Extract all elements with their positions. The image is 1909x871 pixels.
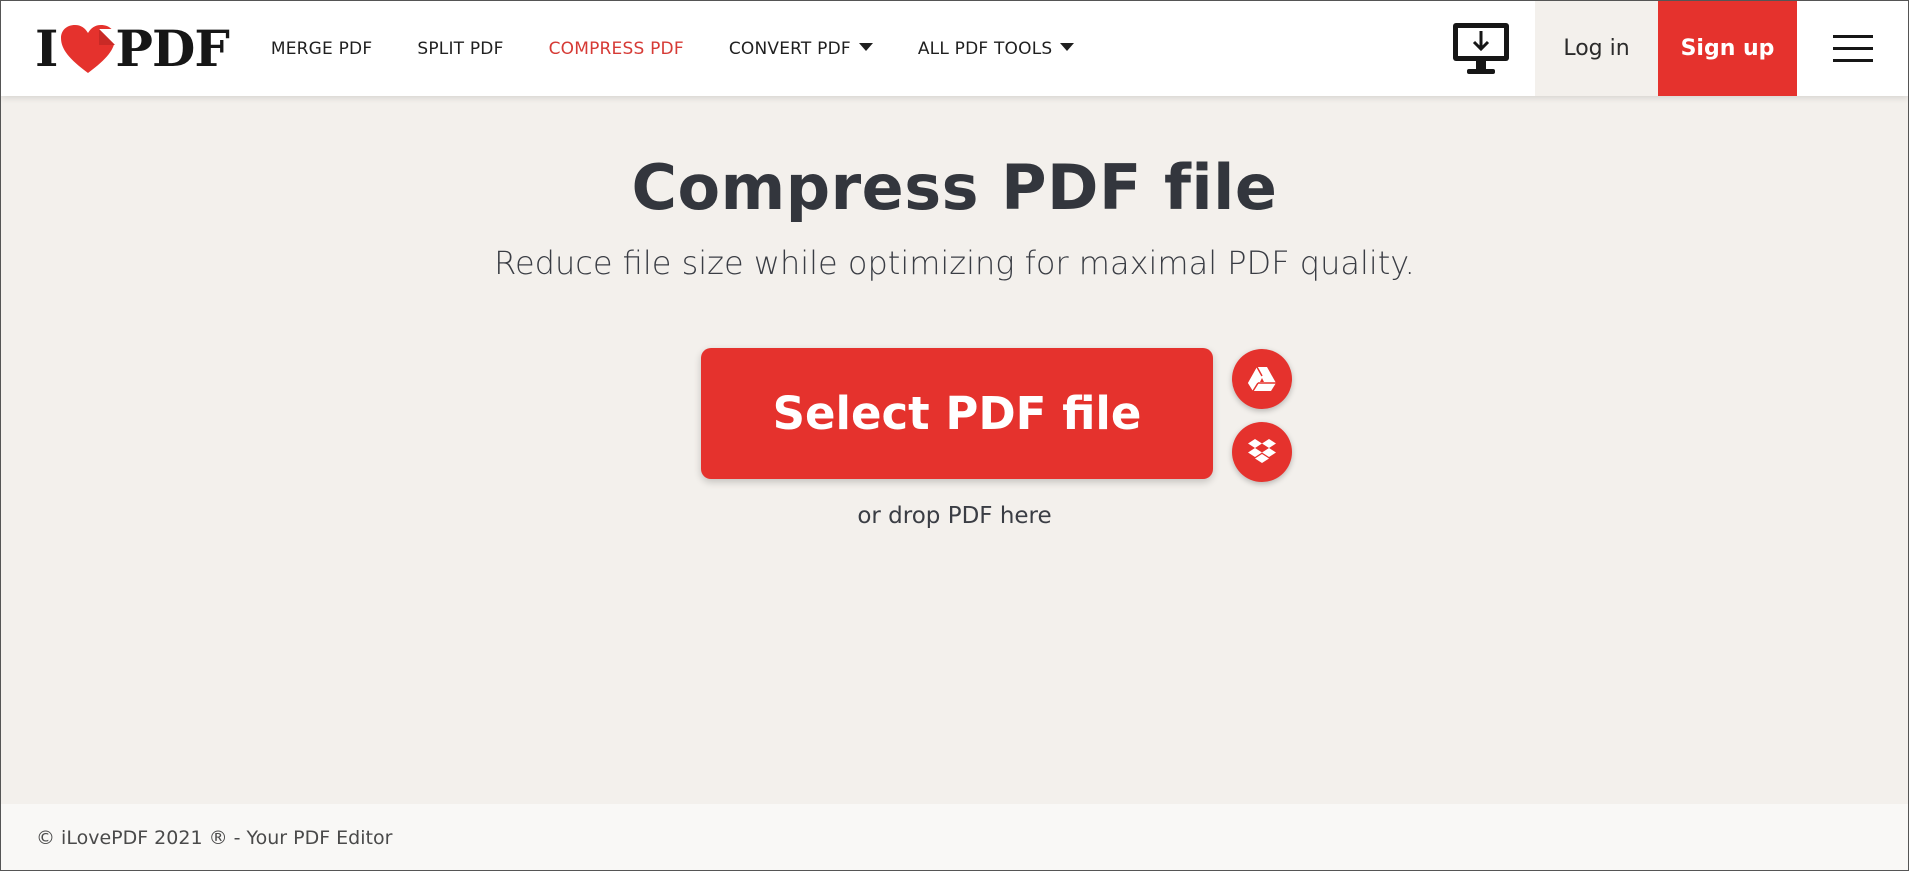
nav-merge-pdf-label: MERGE PDF bbox=[270, 38, 373, 59]
select-pdf-button[interactable]: Select PDF file bbox=[701, 348, 1213, 479]
google-drive-icon bbox=[1248, 366, 1276, 392]
page-footer: © iLovePDF 2021 ® - Your PDF Editor bbox=[1, 804, 1908, 870]
hamburger-menu-icon bbox=[1832, 34, 1873, 62]
desktop-download-icon bbox=[1453, 22, 1509, 74]
caret-down-icon bbox=[858, 42, 873, 51]
nav-merge-pdf[interactable]: MERGE PDF bbox=[271, 1, 372, 96]
login-label: Log in bbox=[1563, 36, 1630, 61]
nav-all-pdf-tools-label: ALL PDF TOOLS bbox=[917, 38, 1053, 59]
page-title: Compress PDF file bbox=[631, 151, 1278, 224]
google-drive-button[interactable] bbox=[1232, 349, 1292, 409]
app-window: I PDF MERGE PDF SPLIT PDF COMPRESS PDF C… bbox=[0, 0, 1909, 871]
login-button[interactable]: Log in bbox=[1535, 1, 1658, 96]
main-content: Compress PDF file Reduce file size while… bbox=[1, 96, 1908, 804]
nav-all-pdf-tools[interactable]: ALL PDF TOOLS bbox=[918, 1, 1075, 96]
nav-convert-pdf[interactable]: CONVERT PDF bbox=[729, 1, 873, 96]
main-nav: MERGE PDF SPLIT PDF COMPRESS PDF CONVERT… bbox=[271, 1, 1120, 96]
desktop-app-button[interactable] bbox=[1439, 1, 1523, 96]
ilovepdf-logo[interactable]: I PDF bbox=[35, 1, 230, 96]
drop-hint: or drop PDF here bbox=[857, 503, 1052, 529]
dropbox-icon bbox=[1248, 439, 1276, 463]
nav-split-pdf-label: SPLIT PDF bbox=[417, 38, 504, 59]
nav-compress-pdf[interactable]: COMPRESS PDF bbox=[549, 1, 684, 96]
menu-button[interactable] bbox=[1797, 1, 1908, 96]
signup-label: Sign up bbox=[1680, 36, 1775, 61]
nav-convert-pdf-label: CONVERT PDF bbox=[728, 38, 851, 59]
nav-compress-pdf-label: COMPRESS PDF bbox=[548, 38, 684, 59]
dropbox-button[interactable] bbox=[1232, 422, 1292, 482]
select-pdf-label: Select PDF file bbox=[772, 387, 1142, 440]
heart-logo-icon bbox=[61, 24, 116, 73]
header-actions: Log in Sign up bbox=[1439, 1, 1908, 96]
signup-button[interactable]: Sign up bbox=[1658, 1, 1797, 96]
nav-split-pdf[interactable]: SPLIT PDF bbox=[417, 1, 503, 96]
footer-copyright: © iLovePDF 2021 ® - Your PDF Editor bbox=[36, 827, 393, 849]
caret-down-icon bbox=[1060, 42, 1075, 51]
logo-text-pdf: PDF bbox=[115, 19, 229, 78]
page-subtitle: Reduce file size while optimizing for ma… bbox=[494, 244, 1415, 282]
top-header: I PDF MERGE PDF SPLIT PDF COMPRESS PDF C… bbox=[1, 1, 1908, 96]
logo-letter-i: I bbox=[35, 19, 58, 78]
